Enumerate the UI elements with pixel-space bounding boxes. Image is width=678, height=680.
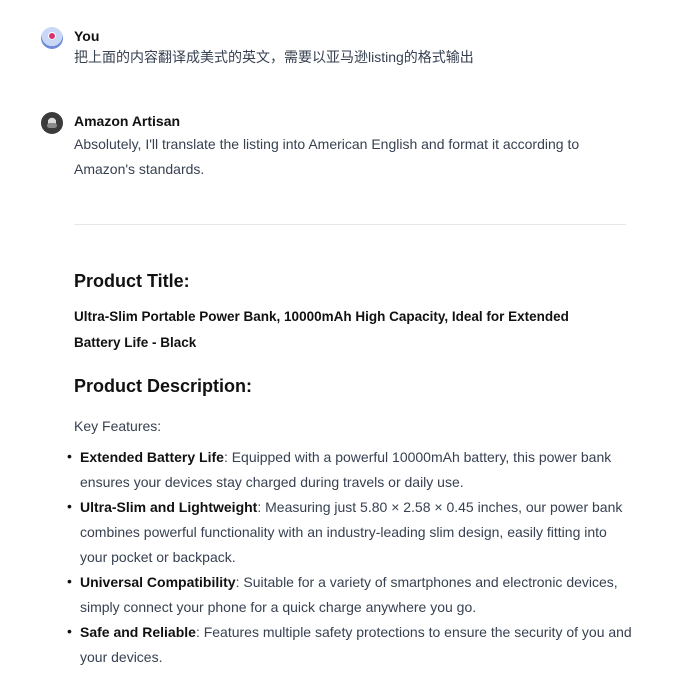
feature-name: Ultra-Slim and Lightweight xyxy=(80,499,258,515)
user-avatar xyxy=(41,27,63,49)
feature-list: • Extended Battery Life: Equipped with a… xyxy=(67,445,634,670)
bullet-icon: • xyxy=(67,448,72,464)
feature-name: Extended Battery Life xyxy=(80,449,224,465)
list-item: • Universal Compatibility: Suitable for … xyxy=(67,570,634,620)
bullet-icon: • xyxy=(67,573,72,589)
assistant-intro-text: Absolutely, I'll translate the listing i… xyxy=(74,136,580,177)
product-title: Ultra-Slim Portable Power Bank, 10000mAh… xyxy=(74,309,569,350)
list-item: • Safe and Reliable: Features multiple s… xyxy=(67,620,634,670)
list-item: • Extended Battery Life: Equipped with a… xyxy=(67,445,634,495)
list-item: • Ultra-Slim and Lightweight: Measuring … xyxy=(67,495,634,570)
user-message-text: 把上面的内容翻译成美式的英文，需要以亚马逊listing的格式输出 xyxy=(74,49,474,65)
assistant-author-name: Amazon Artisan xyxy=(74,113,181,129)
assistant-avatar xyxy=(41,112,63,134)
key-features-label: Key Features: xyxy=(74,418,162,434)
feature-name: Universal Compatibility xyxy=(80,574,236,590)
bullet-icon: • xyxy=(67,623,72,639)
product-title-heading: Product Title: xyxy=(74,271,190,291)
feature-name: Safe and Reliable xyxy=(80,624,196,640)
user-author-name: You xyxy=(74,28,100,44)
bullet-icon: • xyxy=(67,498,72,514)
user-message: You 把上面的内容翻译成美式的英文，需要以亚马逊listing的格式输出 xyxy=(41,27,638,67)
assistant-message: Amazon Artisan Absolutely, I'll translat… xyxy=(41,112,638,192)
product-description-heading: Product Description: xyxy=(74,376,253,396)
divider xyxy=(74,224,626,225)
